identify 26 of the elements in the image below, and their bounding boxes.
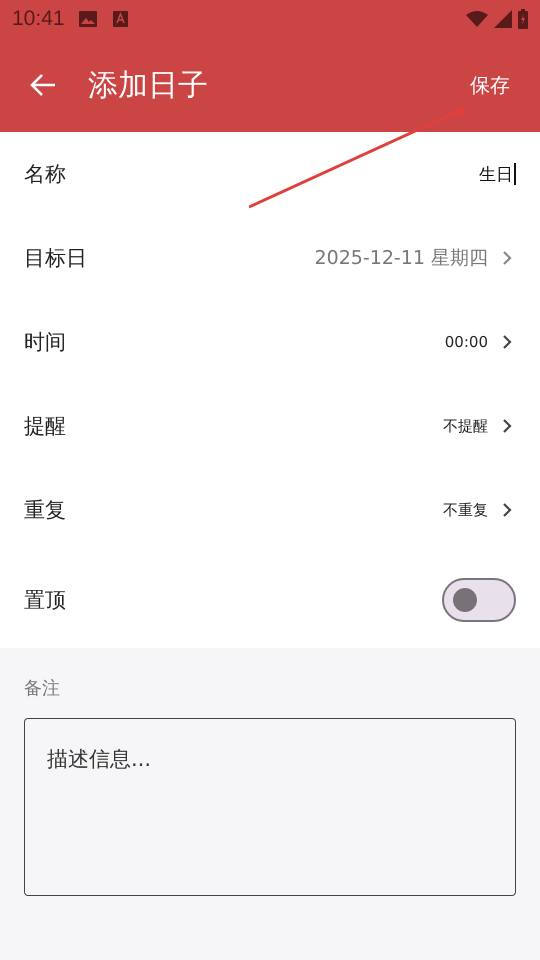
name-input[interactable]: 生日: [479, 162, 516, 186]
row-label: 置顶: [24, 587, 66, 614]
chevron-right-icon[interactable]: [502, 502, 512, 518]
row-label: 目标日: [24, 245, 87, 272]
signal-icon: [494, 10, 512, 28]
row-label: 名称: [24, 161, 66, 188]
note-field[interactable]: 描述信息...: [24, 718, 516, 896]
wifi-icon: [466, 11, 488, 27]
chevron-right-icon[interactable]: [502, 418, 512, 434]
page-title: 添加日子: [88, 66, 208, 104]
picker-value[interactable]: 2025-12-11 星期四: [314, 243, 488, 273]
battery-icon: [518, 9, 528, 29]
save-button[interactable]: 保存: [470, 68, 510, 102]
chevron-right-icon[interactable]: [502, 334, 512, 350]
row-label: 重复: [24, 497, 66, 524]
note-label: 备注: [24, 677, 61, 700]
picker-value[interactable]: 不重复: [443, 498, 488, 522]
back-icon[interactable]: [30, 74, 56, 96]
picker-value[interactable]: 不提醒: [443, 414, 488, 438]
row-label: 提醒: [24, 413, 66, 440]
row-label: 时间: [24, 329, 66, 356]
font-icon: [112, 11, 128, 27]
picker-value[interactable]: 00:00: [444, 331, 488, 353]
pin-switch[interactable]: [442, 578, 516, 622]
status-time: 10:41: [12, 7, 65, 31]
image-icon: [78, 11, 97, 27]
